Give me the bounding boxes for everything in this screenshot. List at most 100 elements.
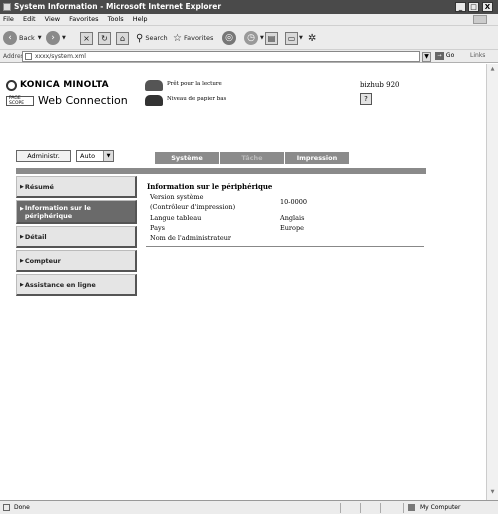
menu-bar: File Edit View Favorites Tools Help	[0, 14, 498, 25]
status-divider	[380, 503, 381, 513]
page-done-icon	[3, 504, 10, 511]
favorites-star-icon: ☆	[173, 32, 182, 44]
sidebar-item-resume[interactable]: ▶ Résumé	[16, 176, 137, 198]
back-arrow-icon: ‹	[3, 31, 17, 45]
triangle-right-icon: ▶	[20, 257, 24, 264]
tab-impression[interactable]: Impression	[285, 152, 349, 164]
help-icon[interactable]: ?	[360, 93, 372, 105]
mode-select-value: Auto	[80, 152, 96, 160]
pagescope-logo: PAGE SCOPE	[6, 96, 34, 106]
info-label: Pays	[150, 224, 165, 232]
edit-dropdown-icon: ▼	[299, 35, 303, 41]
go-arrow-icon: →	[435, 52, 444, 60]
home-button[interactable]: ⌂	[116, 30, 129, 46]
menu-view[interactable]: View	[45, 15, 60, 23]
minimize-button[interactable]: _	[455, 2, 466, 12]
printer-ready-icon	[145, 80, 163, 91]
header-divider-bar	[16, 168, 426, 174]
media-button[interactable]: ◎	[222, 30, 238, 46]
back-button[interactable]: ‹ Back ▼	[3, 30, 42, 46]
print-icon: ▤	[265, 31, 278, 45]
triangle-right-icon: ▶	[20, 206, 24, 212]
page-icon	[25, 53, 32, 60]
forward-dropdown-icon: ▼	[62, 35, 66, 41]
status-divider	[340, 503, 341, 513]
windows-flag-icon	[473, 15, 487, 24]
konica-minolta-logo-icon	[6, 80, 17, 91]
address-value: xxxx/system.xml	[35, 53, 86, 60]
info-label: Langue tableau	[150, 214, 202, 222]
sidebar-item-detail[interactable]: ▶ Détail	[16, 226, 137, 248]
browser-toolbar: ‹ Back ▼ › ▼ × ↻ ⌂ ⚲ Search ☆ Favorites …	[0, 25, 498, 49]
sidebar-item-label: Assistance en ligne	[24, 280, 96, 289]
chevron-down-icon: ▼	[103, 151, 113, 161]
edit-icon: ▭	[285, 31, 298, 45]
info-value: 10-0000	[280, 198, 308, 206]
print-button[interactable]: ▤	[265, 30, 278, 46]
edit-button[interactable]: ▭ ▼	[285, 30, 303, 46]
tab-systeme[interactable]: Système	[155, 152, 219, 164]
vertical-scrollbar[interactable]: ▲ ▼	[486, 64, 498, 500]
address-input[interactable]: xxxx/system.xml	[22, 51, 420, 62]
mode-select[interactable]: Auto ▼	[76, 150, 114, 162]
info-label: (Contrôleur d'impression)	[150, 203, 236, 211]
status-bar: Done My Computer	[0, 500, 498, 514]
address-bar: Address xxxx/system.xml ▼ → Go Links	[0, 49, 498, 63]
triangle-right-icon: ▶	[20, 281, 24, 288]
sidebar-item-label: Résumé	[24, 182, 54, 191]
info-label: Version système	[150, 193, 204, 201]
triangle-right-icon: ▶	[20, 233, 24, 240]
back-dropdown-icon: ▼	[37, 35, 42, 41]
sidebar-item-information[interactable]: ▶ Information sur le périphérique	[16, 200, 137, 224]
close-button[interactable]: X	[482, 2, 493, 12]
tab-tache[interactable]: Tâche	[220, 152, 284, 164]
back-label: Back	[19, 34, 35, 42]
section-title: Information sur le périphérique	[147, 182, 273, 191]
status-text: Done	[14, 504, 30, 511]
status-divider	[360, 503, 361, 513]
zone-text: My Computer	[420, 504, 461, 511]
maximize-button[interactable]: □	[468, 2, 479, 12]
menu-help[interactable]: Help	[133, 15, 148, 23]
favorites-label: Favorites	[183, 34, 214, 42]
messenger-icon: ✲	[308, 32, 317, 44]
refresh-button[interactable]: ↻	[98, 30, 111, 46]
info-label: Nom de l'administrateur	[150, 234, 231, 242]
media-icon: ◎	[222, 31, 236, 45]
go-button[interactable]: → Go	[435, 52, 454, 60]
search-label: Search	[145, 34, 168, 42]
menu-file[interactable]: File	[3, 15, 14, 23]
stop-button[interactable]: ×	[80, 30, 93, 46]
status-divider	[403, 503, 404, 513]
sidebar-item-label: Détail	[24, 232, 47, 241]
administrator-button[interactable]: Administr.	[16, 150, 71, 162]
favorites-button[interactable]: ☆ Favorites	[173, 30, 213, 46]
address-dropdown-icon[interactable]: ▼	[422, 52, 431, 62]
scroll-up-icon[interactable]: ▲	[488, 65, 497, 74]
sidebar-item-assistance[interactable]: ▶ Assistance en ligne	[16, 274, 137, 296]
status-ready-link[interactable]: Prêt pour la lecture	[167, 81, 222, 87]
content-divider	[146, 246, 424, 247]
history-button[interactable]: ◷ ▼	[244, 30, 264, 46]
info-value: Europe	[280, 224, 304, 232]
info-value: Anglais	[280, 214, 305, 222]
paper-low-icon	[145, 95, 163, 106]
sidebar-item-label: Compteur	[24, 256, 61, 265]
sidebar-item-label: Information sur le périphérique	[24, 203, 91, 220]
history-icon: ◷	[244, 31, 258, 45]
search-button[interactable]: ⚲ Search	[136, 30, 168, 46]
window-titlebar: System Information - Microsoft Internet …	[0, 0, 498, 14]
triangle-right-icon: ▶	[20, 183, 24, 190]
menu-favorites[interactable]: Favorites	[69, 15, 98, 23]
menu-edit[interactable]: Edit	[23, 15, 36, 23]
messenger-button[interactable]: ✲	[308, 30, 316, 46]
sidebar-item-compteur[interactable]: ▶ Compteur	[16, 250, 137, 272]
status-paper-low-link[interactable]: Niveau de papier bas	[167, 96, 226, 102]
scroll-down-icon[interactable]: ▼	[488, 488, 497, 497]
search-icon: ⚲	[136, 32, 144, 44]
links-button[interactable]: Links	[470, 52, 485, 59]
menu-tools[interactable]: Tools	[108, 15, 124, 23]
refresh-icon: ↻	[98, 31, 111, 45]
web-connection-title: Web Connection	[38, 94, 128, 107]
forward-button[interactable]: › ▼	[46, 30, 66, 46]
